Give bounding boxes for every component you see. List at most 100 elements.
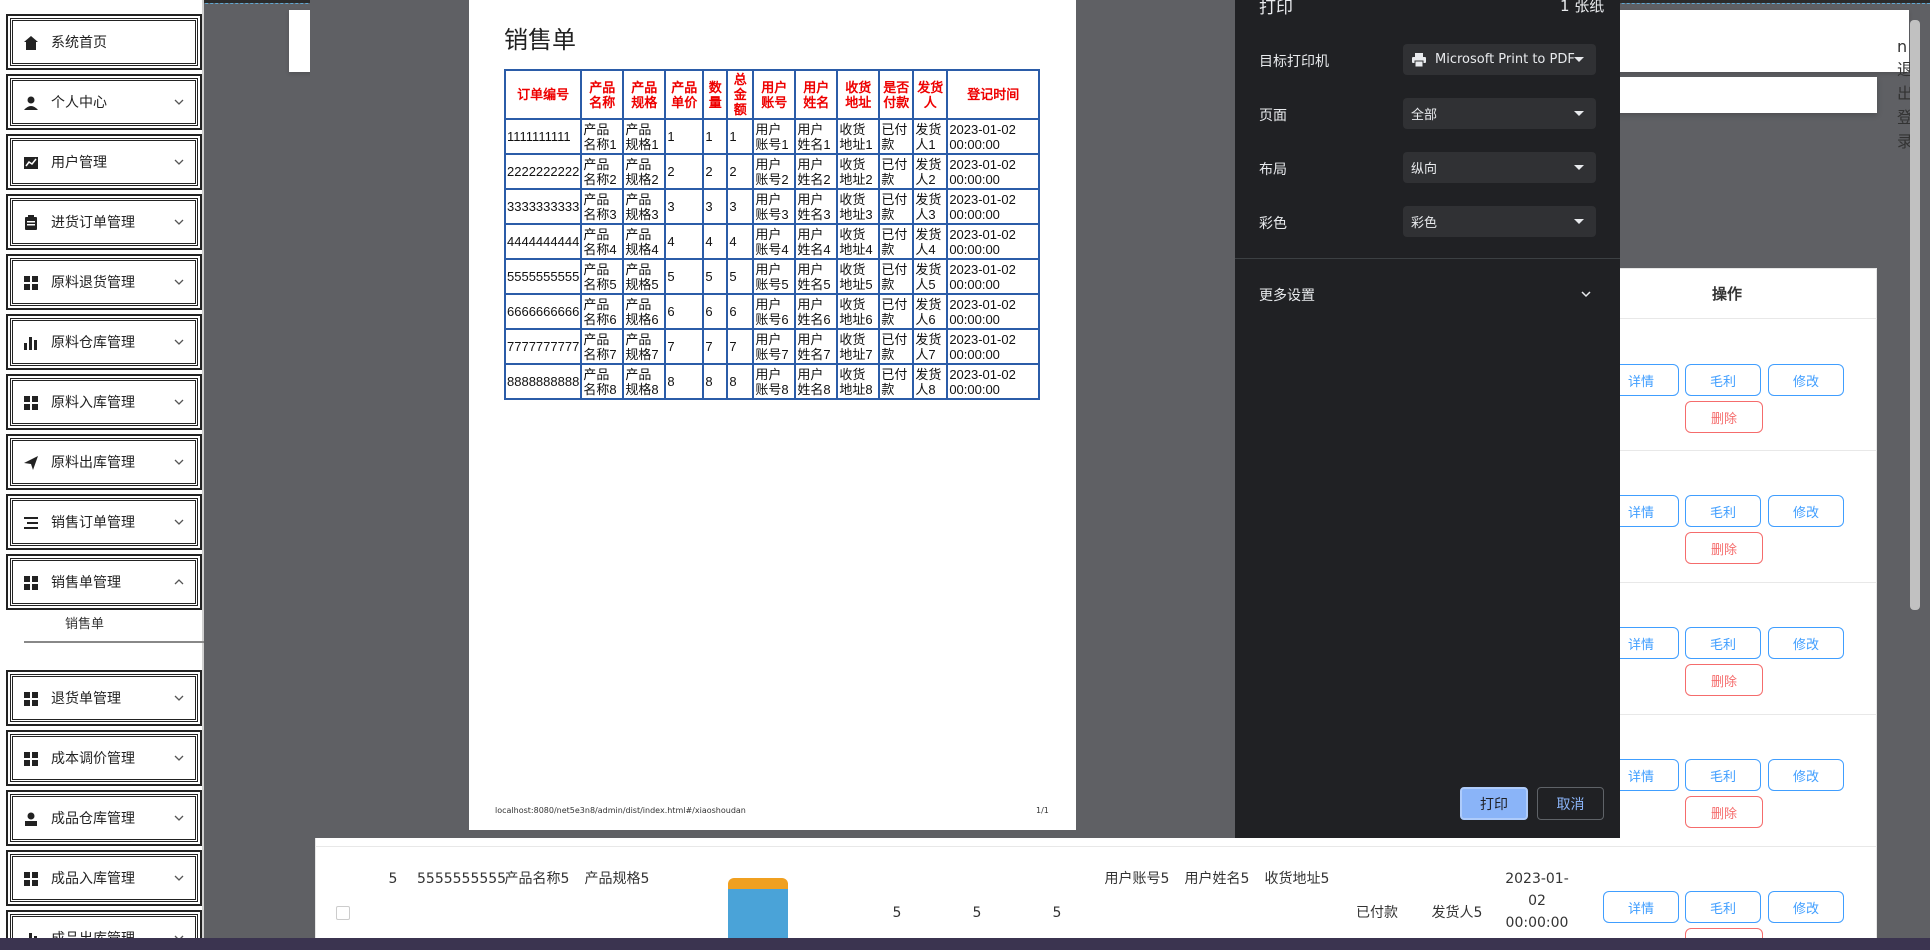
preview-cell: 收货地址5 bbox=[836, 258, 881, 295]
preview-cell: 收货地址1 bbox=[836, 118, 881, 155]
preview-cell: 已付款 bbox=[878, 328, 915, 365]
preview-cell: 产品名称4 bbox=[580, 223, 625, 260]
preview-cell: 6 bbox=[664, 293, 705, 330]
preview-header-cell: 登记时间 bbox=[946, 69, 1041, 120]
sidebar-item-label: 成品仓库管理 bbox=[51, 811, 135, 827]
cell-total: 5 bbox=[1052, 905, 1062, 921]
preview-cell: 3 bbox=[726, 188, 755, 225]
preview-cell: 2023-01-02 00:00:00 bbox=[946, 223, 1041, 260]
page-scrollbar[interactable] bbox=[1910, 20, 1920, 610]
preview-cell: 已付款 bbox=[878, 363, 915, 400]
preview-cell: 2023-01-02 00:00:00 bbox=[946, 293, 1041, 330]
preview-cell: 2222222222 bbox=[503, 153, 583, 190]
sidebar-item-label: 原料入库管理 bbox=[51, 395, 135, 411]
color-select[interactable]: 彩色 bbox=[1403, 206, 1596, 237]
grid-icon bbox=[23, 395, 39, 411]
delete-button[interactable]: 删除 bbox=[1685, 532, 1763, 564]
delete-button[interactable]: 删除 bbox=[1685, 664, 1763, 696]
send-icon bbox=[23, 455, 39, 471]
preview-cell: 用户姓名6 bbox=[794, 293, 839, 330]
more-settings-toggle[interactable]: 更多设置 bbox=[1259, 285, 1315, 305]
sidebar-item-11[interactable]: 退货单管理 bbox=[10, 674, 198, 722]
edit-button[interactable]: 修改 bbox=[1768, 891, 1844, 923]
print-settings-panel: 打印 1 张纸 目标打印机 Microsoft Print to PDF 页面 … bbox=[1235, 0, 1620, 838]
pages-value: 全部 bbox=[1411, 108, 1438, 123]
grid-icon bbox=[23, 691, 39, 707]
preview-title: 销售单 bbox=[504, 26, 576, 54]
preview-cell: 用户账号4 bbox=[752, 223, 797, 260]
profit-button[interactable]: 毛利 bbox=[1685, 891, 1761, 923]
profit-button[interactable]: 毛利 bbox=[1685, 759, 1761, 791]
print-button[interactable]: 打印 bbox=[1460, 787, 1528, 820]
preview-cell: 1 bbox=[702, 118, 729, 155]
preview-cell: 5 bbox=[702, 258, 729, 295]
preview-cell: 发货人1 bbox=[912, 118, 949, 155]
chevron-down-icon bbox=[174, 219, 184, 225]
cell-quantity: 5 bbox=[972, 905, 982, 921]
preview-cell: 用户姓名7 bbox=[794, 328, 839, 365]
chevron-up-icon bbox=[174, 579, 184, 585]
preview-cell: 发货人6 bbox=[912, 293, 949, 330]
chevron-down-icon bbox=[174, 459, 184, 465]
preview-cell: 产品名称5 bbox=[580, 258, 625, 295]
cell-address: 收货地址5 bbox=[1264, 871, 1330, 887]
sidebar-item-2[interactable]: 个人中心 bbox=[10, 78, 198, 126]
sidebar-item-5[interactable]: 原料退货管理 bbox=[10, 258, 198, 306]
sidebar-item-1[interactable]: 系统首页 bbox=[10, 18, 198, 66]
preview-cell: 用户账号1 bbox=[752, 118, 797, 155]
preview-cell: 用户账号2 bbox=[752, 153, 797, 190]
preview-cell: 已付款 bbox=[878, 293, 915, 330]
preview-page-number: 1/1 bbox=[1036, 806, 1049, 815]
sidebar-item-10[interactable]: 销售单管理 bbox=[10, 558, 198, 606]
preview-cell: 产品规格3 bbox=[622, 188, 667, 225]
edit-button[interactable]: 修改 bbox=[1768, 627, 1844, 659]
sidebar-item-7[interactable]: 原料入库管理 bbox=[10, 378, 198, 426]
detail-button[interactable]: 详情 bbox=[1603, 891, 1679, 923]
chevron-down-icon[interactable] bbox=[1580, 288, 1592, 300]
preview-cell: 收货地址4 bbox=[836, 223, 881, 260]
profit-button[interactable]: 毛利 bbox=[1685, 495, 1761, 527]
preview-cell: 用户账号3 bbox=[752, 188, 797, 225]
preview-cell: 发货人3 bbox=[912, 188, 949, 225]
destination-label: 目标打印机 bbox=[1259, 54, 1329, 70]
preview-table: 订单编号 产品名称 产品规格 产品单价 数量 总金额 用户账号 用户姓名 收货地址 是否付款 发货人… bbox=[503, 69, 1041, 400]
pages-select[interactable]: 全部 bbox=[1403, 98, 1596, 129]
preview-cell: 产品规格8 bbox=[622, 363, 667, 400]
sidebar-item-6[interactable]: 原料仓库管理 bbox=[10, 318, 198, 366]
cancel-button[interactable]: 取消 bbox=[1537, 787, 1604, 820]
sidebar-item-12[interactable]: 成本调价管理 bbox=[10, 734, 198, 782]
profit-button[interactable]: 毛利 bbox=[1685, 364, 1761, 396]
edit-button[interactable]: 修改 bbox=[1768, 759, 1844, 791]
edit-button[interactable]: 修改 bbox=[1768, 364, 1844, 396]
delete-button[interactable]: 删除 bbox=[1685, 796, 1763, 828]
preview-header-cell: 用户姓名 bbox=[794, 69, 839, 120]
sidebar-item-9[interactable]: 销售订单管理 bbox=[10, 498, 198, 546]
preview-header-cell: 产品规格 bbox=[622, 69, 667, 120]
chevron-down-icon bbox=[174, 875, 184, 881]
sidebar-item-label: 成本调价管理 bbox=[51, 751, 135, 767]
sidebar-item-label: 进货订单管理 bbox=[51, 215, 135, 231]
sidebar-item-label: 销售订单管理 bbox=[51, 515, 135, 531]
edit-button[interactable]: 修改 bbox=[1768, 495, 1844, 527]
submenu-item-sales-order[interactable]: 销售单 bbox=[24, 603, 204, 643]
chevron-down-icon bbox=[174, 159, 184, 165]
preview-cell: 3 bbox=[702, 188, 729, 225]
sidebar-item-8[interactable]: 原料出库管理 bbox=[10, 438, 198, 486]
profit-button[interactable]: 毛利 bbox=[1685, 627, 1761, 659]
delete-button[interactable]: 删除 bbox=[1685, 401, 1763, 433]
bar-chart-icon bbox=[23, 335, 39, 351]
panel-divider bbox=[1235, 258, 1620, 259]
destination-select[interactable]: Microsoft Print to PDF bbox=[1403, 44, 1596, 75]
sidebar-item-14[interactable]: 成品入库管理 bbox=[10, 854, 198, 902]
sidebar-item-4[interactable]: 进货订单管理 bbox=[10, 198, 198, 246]
chevron-down-icon bbox=[1574, 111, 1584, 116]
list-icon bbox=[23, 515, 39, 531]
sidebar-item-label: 成品入库管理 bbox=[51, 871, 135, 887]
layout-select[interactable]: 纵向 bbox=[1403, 152, 1596, 183]
sidebar-item-13[interactable]: 成品仓库管理 bbox=[10, 794, 198, 842]
sidebar-item-3[interactable]: 用户管理 bbox=[10, 138, 198, 186]
person-icon bbox=[23, 95, 39, 111]
cell-order-no: 5555555555 bbox=[417, 871, 507, 887]
row-checkbox[interactable] bbox=[336, 906, 350, 920]
preview-cell: 4 bbox=[702, 223, 729, 260]
